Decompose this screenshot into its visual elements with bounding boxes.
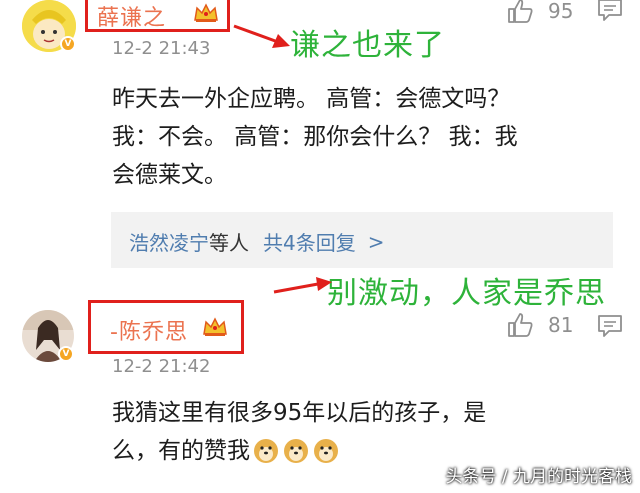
annotation-arrow-2 <box>273 277 332 294</box>
like-button[interactable]: 81 <box>506 312 573 338</box>
comment-line: 昨天去一外企应聘。 高管：会德文吗？ <box>112 86 511 112</box>
verified-badge-icon: V <box>58 346 74 362</box>
comment-body: 昨天去一外企应聘。 高管：会德文吗？ 我：不会。 高管：那你会什么？ 我：我 会… <box>112 80 622 194</box>
comment-icon <box>598 0 622 21</box>
reply-names-link[interactable]: 浩然凌宁 <box>129 227 209 256</box>
reply-summary-box[interactable]: 浩然凌宁 等人 共4条回复 > <box>111 212 613 268</box>
highlight-box-username-2 <box>88 300 244 354</box>
reply-count-link[interactable]: 共4条回复 <box>263 227 356 256</box>
comment-icon <box>598 315 622 337</box>
comment-body: 我猜这里有很多95年以后的孩子，是 么，有的赞我 <box>112 394 622 470</box>
reply-names-suffix: 等人 <box>209 231 249 255</box>
comment-button[interactable] <box>597 0 623 22</box>
comment-line: 会德莱文。 <box>112 162 227 188</box>
comment-line: 我猜这里有很多95年以后的孩子，是 <box>112 400 487 426</box>
timestamp: 12-2 21:42 <box>112 356 211 377</box>
annotation-arrow-1 <box>233 24 290 48</box>
doge-emoji-icon <box>254 439 338 463</box>
highlight-box-username-1 <box>85 0 230 32</box>
verified-badge-icon: V <box>60 36 76 52</box>
annotation-text-1: 谦之也来了 <box>290 28 445 63</box>
thumbs-up-icon <box>508 313 533 337</box>
annotation-text-2: 别激动，人家是乔思 <box>327 276 606 311</box>
comment-line: 么，有的赞我 <box>112 438 250 464</box>
thumbs-up-icon <box>508 0 533 23</box>
comment-line: 我：不会。 高管：那你会什么？ 我：我 <box>112 124 518 150</box>
like-count: 95 <box>548 0 574 23</box>
chevron-right-icon: > <box>367 229 385 254</box>
like-count: 81 <box>548 313 574 337</box>
timestamp: 12-2 21:43 <box>112 38 211 59</box>
like-button[interactable]: 95 <box>506 0 573 24</box>
watermark: 头条号 / 九月的时光客栈 <box>445 467 632 487</box>
comment-button[interactable] <box>597 314 623 338</box>
